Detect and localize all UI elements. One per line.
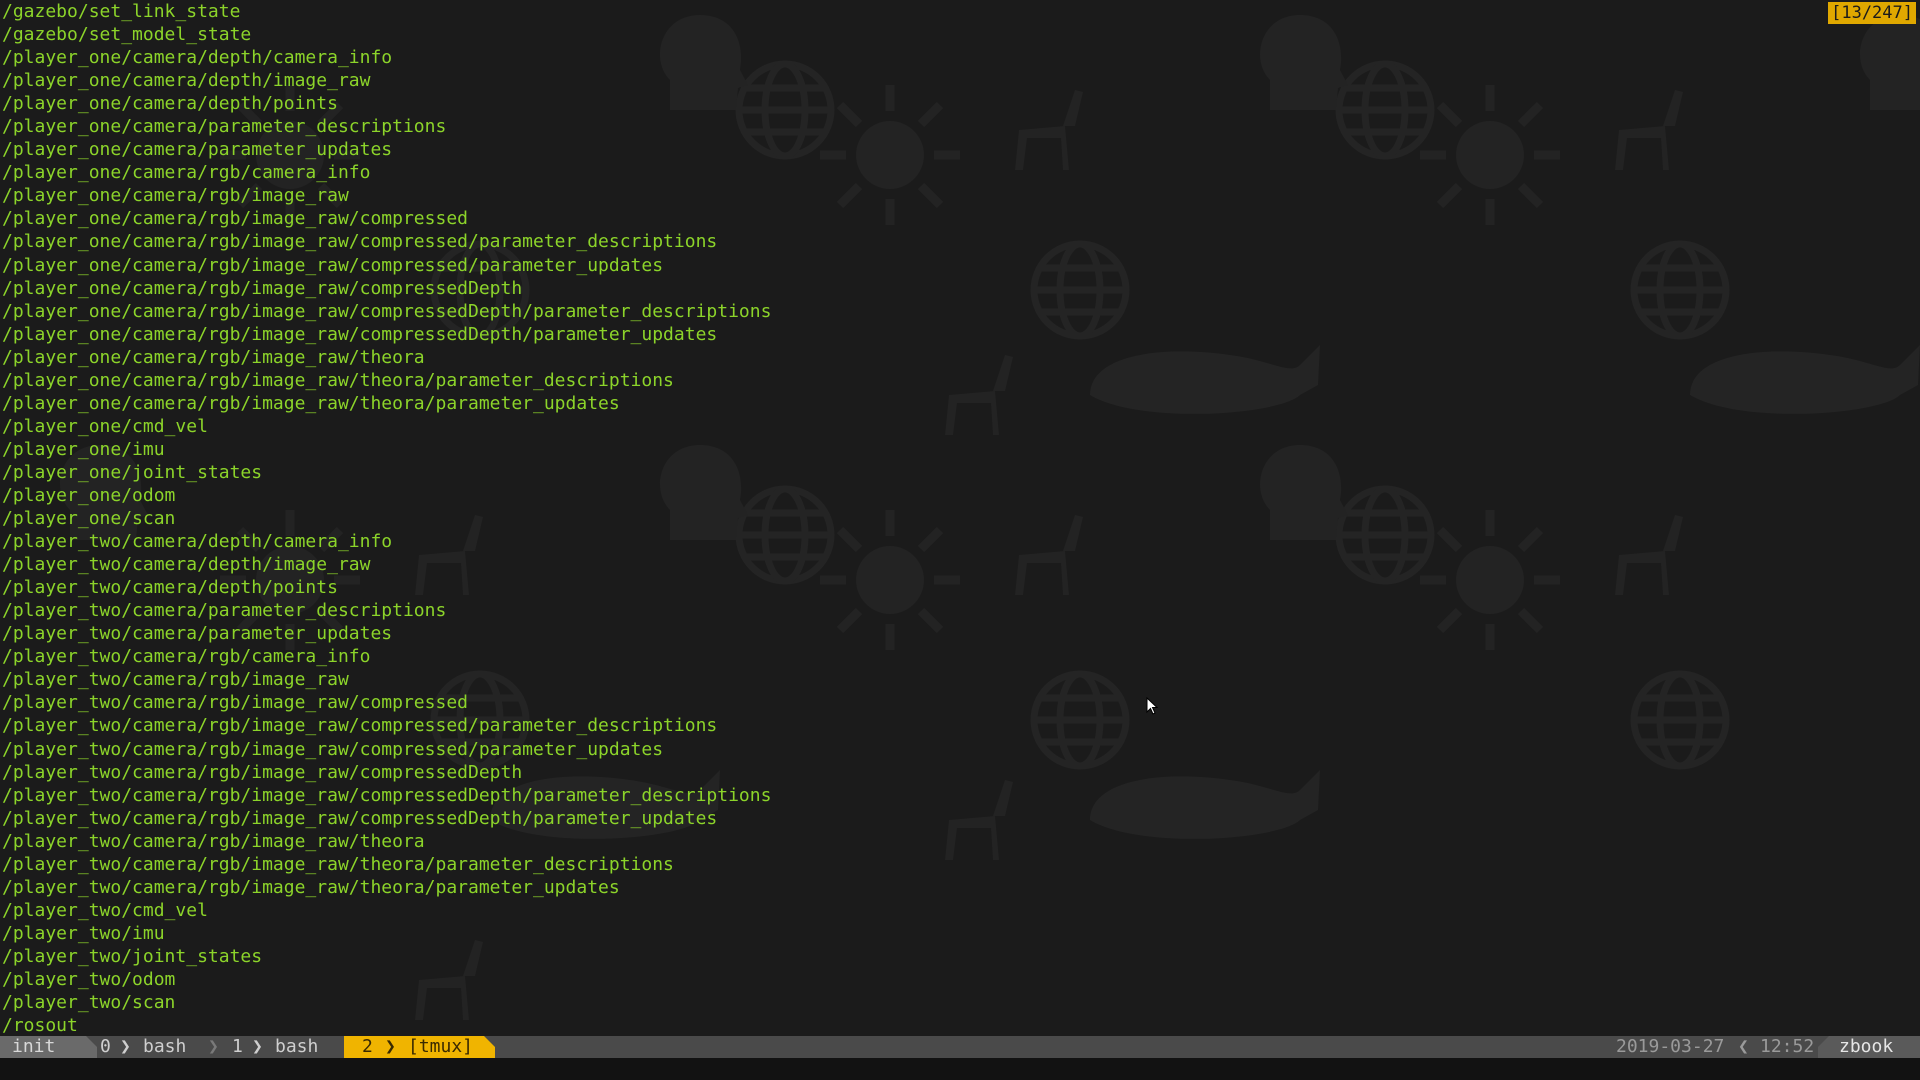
terminal-output[interactable]: /gazebo/set_link_state /gazebo/set_model… xyxy=(0,0,1920,1036)
terminal-line: /player_two/joint_states xyxy=(2,945,263,967)
terminal-line: /player_one/camera/rgb/image_raw/compres… xyxy=(2,277,523,299)
terminal-line: /player_one/camera/rgb/image_raw/compres… xyxy=(2,254,664,276)
terminal-line: /player_one/camera/rgb/image_raw/compres… xyxy=(2,208,468,230)
terminal-line: /player_one/camera/parameter_updates xyxy=(2,139,393,161)
terminal-line: /player_two/camera/rgb/image_raw xyxy=(2,669,349,691)
terminal-line: /player_two/camera/depth/camera_info xyxy=(2,531,393,553)
window-2-index[interactable]: 2 xyxy=(362,1036,373,1058)
terminal-line: /player_two/camera/rgb/image_raw/compres… xyxy=(2,692,468,714)
chevron-right-icon: ❯ xyxy=(385,1036,396,1057)
copy-mode-position-indicator: [13/247] xyxy=(1828,2,1916,24)
terminal-line: /player_two/camera/rgb/image_raw/compres… xyxy=(2,738,664,760)
terminal-line: /player_one/cmd_vel xyxy=(2,415,208,437)
status-date: 2019-03-27 xyxy=(1616,1036,1725,1057)
window-1-index[interactable]: 1 xyxy=(232,1036,243,1058)
status-hostname: zbook xyxy=(1829,1036,1920,1058)
terminal-line: /player_one/camera/rgb/image_raw/theora xyxy=(2,346,425,368)
terminal-line: /player_two/odom xyxy=(2,968,176,990)
terminal-line: /player_two/camera/rgb/image_raw/theora/… xyxy=(2,853,674,875)
terminal-line: /player_one/odom xyxy=(2,484,176,506)
terminal-line: /player_one/scan xyxy=(2,508,176,530)
terminal-line: /player_two/camera/rgb/image_raw/compres… xyxy=(2,761,523,783)
chevron-right-icon: ❯ xyxy=(252,1036,263,1057)
terminal-line: /player_two/camera/depth/image_raw xyxy=(2,554,371,576)
chevron-right-icon: ❯ xyxy=(120,1036,131,1057)
terminal-line: /gazebo/set_model_state xyxy=(2,24,252,46)
window-2-name[interactable]: [tmux] xyxy=(408,1036,473,1058)
terminal-line: /player_two/imu xyxy=(2,922,165,944)
terminal-line: /player_one/camera/rgb/image_raw xyxy=(2,185,349,207)
status-time: 12:52 xyxy=(1760,1036,1815,1057)
terminal-line: /player_two/camera/rgb/image_raw/compres… xyxy=(2,715,718,737)
terminal-line: /player_one/camera/rgb/camera_info xyxy=(2,162,371,184)
terminal-line: /player_two/scan xyxy=(2,992,176,1014)
terminal-line: /player_one/imu xyxy=(2,438,165,460)
terminal-line: /player_two/camera/parameter_description… xyxy=(2,600,447,622)
terminal-line: /player_two/camera/rgb/image_raw/compres… xyxy=(2,784,772,806)
terminal-line: /player_one/camera/rgb/image_raw/compres… xyxy=(2,323,718,345)
chevron-right-icon: ❯ xyxy=(208,1036,219,1057)
terminal-line: /player_one/camera/depth/points xyxy=(2,93,338,115)
terminal-line: /player_two/camera/rgb/image_raw/compres… xyxy=(2,807,718,829)
terminal-line: /rosout xyxy=(2,1015,78,1037)
terminal-line: /player_one/camera/rgb/image_raw/theora/… xyxy=(2,369,674,391)
terminal-line: /player_one/joint_states xyxy=(2,461,263,483)
mouse-cursor-icon xyxy=(1146,697,1158,715)
terminal-line: /player_two/camera/rgb/image_raw/theora/… xyxy=(2,876,620,898)
window-1-name[interactable]: bash xyxy=(275,1036,318,1058)
chevron-left-icon: ❮ xyxy=(1738,1036,1749,1057)
window-0-index[interactable]: 0 xyxy=(100,1036,111,1058)
terminal-line: /player_one/camera/rgb/image_raw/compres… xyxy=(2,300,772,322)
terminal-line: /player_two/camera/rgb/image_raw/theora xyxy=(2,830,425,852)
terminal-line: /gazebo/set_link_state xyxy=(2,1,241,22)
terminal-line: /player_two/camera/parameter_updates xyxy=(2,623,393,645)
session-name[interactable]: init xyxy=(0,1036,86,1058)
terminal-line: /player_two/cmd_vel xyxy=(2,899,208,921)
terminal-line: /player_one/camera/rgb/image_raw/theora/… xyxy=(2,392,620,414)
terminal-line: /player_one/camera/depth/image_raw xyxy=(2,70,371,92)
terminal-line: /player_one/camera/parameter_description… xyxy=(2,116,447,138)
terminal-line: /player_one/camera/depth/camera_info xyxy=(2,47,393,69)
screen-bottom-strip xyxy=(0,1058,1920,1080)
terminal-line: /player_two/camera/depth/points xyxy=(2,577,338,599)
terminal-line: /player_two/camera/rgb/camera_info xyxy=(2,646,371,668)
window-0-name[interactable]: bash xyxy=(143,1036,186,1058)
terminal-line: /player_one/camera/rgb/image_raw/compres… xyxy=(2,231,718,253)
tmux-status-bar: init 0 ❯ bash ❯ 1 ❯ bash 2 ❯ [tmux] 2019… xyxy=(0,1036,1920,1080)
